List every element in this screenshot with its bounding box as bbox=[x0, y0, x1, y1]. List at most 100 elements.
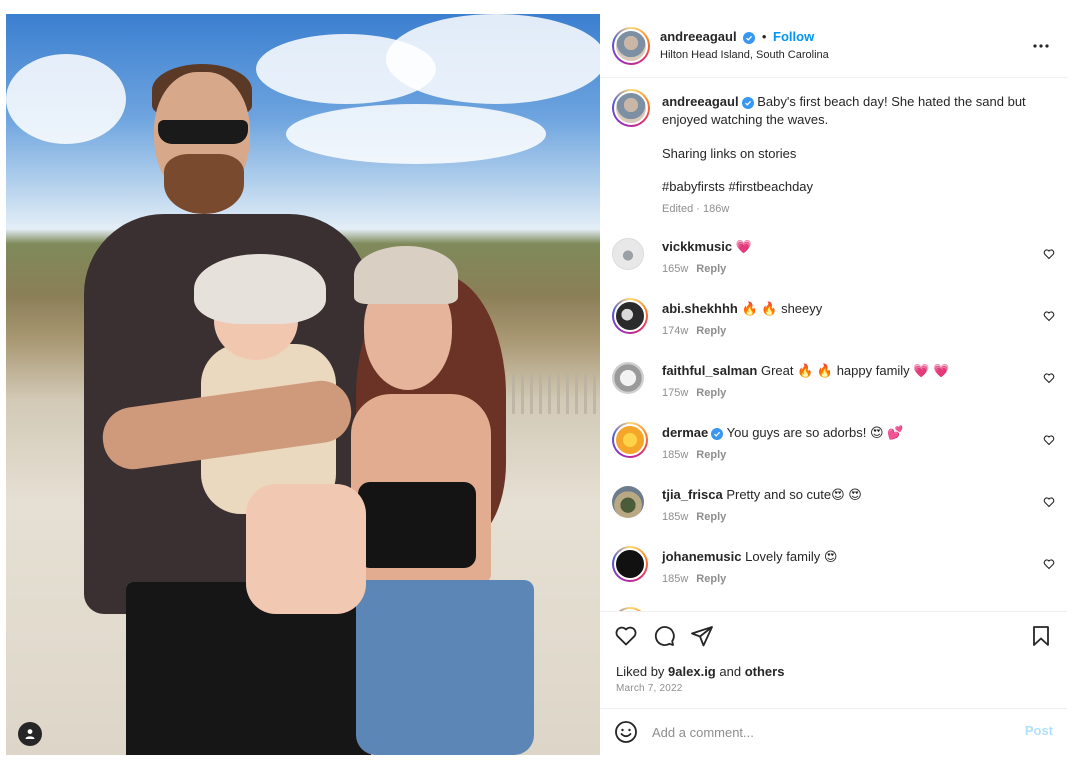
person-icon bbox=[25, 729, 35, 739]
like-comment-heart-icon[interactable] bbox=[1043, 496, 1055, 508]
comment-row: tjia_frisca Pretty and so cute😍 😍 185w Re… bbox=[600, 484, 1067, 534]
comment-row: faithful_salman Great 🔥 🔥 happy family 💗… bbox=[600, 360, 1067, 410]
post-side-panel: andreeagaul • Follow Hilton Head Island,… bbox=[600, 14, 1067, 755]
comment-age: 185w bbox=[662, 449, 689, 461]
more-options-icon[interactable] bbox=[1029, 36, 1053, 56]
reply-button[interactable]: Reply bbox=[696, 449, 726, 461]
cap-shape bbox=[354, 246, 458, 304]
woman-top bbox=[358, 482, 476, 568]
caption-author-username[interactable]: andreeagaul bbox=[662, 94, 739, 109]
caption-hashtags[interactable]: #babyfirsts #firstbeachday bbox=[662, 178, 1027, 196]
action-bar bbox=[600, 611, 1067, 663]
comment-body: Great 🔥 🔥 happy family 💗 💗 bbox=[760, 363, 950, 378]
comment-body: Pretty and so cute😍 😍 bbox=[726, 487, 862, 502]
comment-body: You guys are so adorbs! 😍 💕 bbox=[726, 425, 904, 440]
comment-body: 💗 bbox=[735, 239, 752, 254]
likes-summary[interactable]: Liked by 9alex.ig and others bbox=[616, 664, 784, 679]
follow-button[interactable]: Follow bbox=[773, 29, 814, 44]
comment-composer: Post bbox=[600, 708, 1067, 755]
post-location[interactable]: Hilton Head Island, South Carolina bbox=[660, 49, 829, 61]
reply-button[interactable]: Reply bbox=[696, 263, 726, 275]
commenter-username[interactable]: faithful_salman bbox=[662, 363, 757, 378]
post-header: andreeagaul • Follow Hilton Head Island,… bbox=[600, 14, 1067, 78]
comment-meta: 185w Reply bbox=[662, 573, 726, 585]
commenter-username[interactable]: tjia_frisca bbox=[662, 487, 723, 502]
heart-icon[interactable] bbox=[614, 624, 638, 648]
commenter-avatar[interactable] bbox=[612, 238, 644, 270]
like-comment-heart-icon[interactable] bbox=[1043, 558, 1055, 570]
cloud-shape bbox=[6, 54, 126, 144]
comment-body: 🔥 🔥 sheeyy bbox=[741, 301, 823, 316]
caption-edited-label: Edited · 186w bbox=[662, 203, 730, 215]
comment-icon[interactable] bbox=[652, 624, 676, 648]
comment-text: faithful_salman Great 🔥 🔥 happy family 💗… bbox=[662, 362, 1027, 380]
comment-meta: 174w Reply bbox=[662, 325, 726, 337]
cloud-shape bbox=[386, 14, 600, 104]
baby-legs bbox=[246, 484, 366, 614]
comments-list[interactable]: andreeagaul Baby's first beach day! She … bbox=[600, 79, 1067, 611]
author-username[interactable]: andreeagaul bbox=[660, 29, 737, 44]
like-comment-heart-icon[interactable] bbox=[1043, 372, 1055, 384]
user-tag-button[interactable] bbox=[18, 722, 42, 746]
man-beard bbox=[164, 154, 244, 214]
comment-row: dermae You guys are so adorbs! 😍 💕 185w R… bbox=[600, 422, 1067, 472]
comment-meta: 165w Reply bbox=[662, 263, 726, 275]
smiley-icon[interactable] bbox=[614, 720, 638, 744]
post-photo[interactable] bbox=[6, 14, 600, 755]
comment-age: 175w bbox=[662, 387, 689, 399]
reply-button[interactable]: Reply bbox=[696, 511, 726, 523]
post-comment-button[interactable]: Post bbox=[1025, 723, 1053, 738]
likes-and: and bbox=[719, 664, 742, 679]
comment-body: Lovely family 😍 bbox=[745, 549, 838, 564]
liked-by-user[interactable]: 9alex.ig bbox=[668, 664, 716, 679]
commenter-avatar[interactable] bbox=[612, 422, 648, 458]
comment-row: abi.shekhhh 🔥 🔥 sheeyy 174w Reply bbox=[600, 298, 1067, 348]
post-date: March 7, 2022 bbox=[616, 683, 683, 694]
share-icon[interactable] bbox=[690, 624, 714, 648]
reply-button[interactable]: Reply bbox=[696, 325, 726, 337]
like-comment-heart-icon[interactable] bbox=[1043, 434, 1055, 446]
woman-shorts bbox=[356, 580, 534, 755]
commenter-avatar[interactable] bbox=[612, 298, 648, 334]
verified-badge-icon bbox=[741, 97, 754, 109]
verified-badge-icon bbox=[743, 32, 756, 44]
header-title-row: andreeagaul • Follow bbox=[660, 29, 814, 44]
separator-dot: • bbox=[761, 29, 767, 44]
commenter-username[interactable]: vickkmusic bbox=[662, 239, 732, 254]
like-comment-heart-icon[interactable] bbox=[1043, 310, 1055, 322]
like-comment-heart-icon[interactable] bbox=[1043, 248, 1055, 260]
sunglasses-shape bbox=[158, 120, 248, 144]
caption-block: andreeagaul Baby's first beach day! She … bbox=[600, 89, 1067, 229]
comment-age: 174w bbox=[662, 325, 689, 337]
cloud-shape bbox=[286, 104, 546, 164]
comment-input[interactable] bbox=[652, 720, 1012, 744]
caption-author-avatar[interactable] bbox=[612, 89, 650, 127]
commenter-username[interactable]: dermae bbox=[662, 425, 708, 440]
comment-row: johanemusic Lovely family 😍 185w Reply bbox=[600, 546, 1067, 596]
likes-prefix: Liked by bbox=[616, 664, 665, 679]
comment-text: tjia_frisca Pretty and so cute😍 😍 bbox=[662, 486, 1027, 504]
comment-text: dermae You guys are so adorbs! 😍 💕 bbox=[662, 424, 1027, 442]
comment-age: 185w bbox=[662, 511, 689, 523]
comment-text: vickkmusic 💗 bbox=[662, 238, 1027, 256]
commenter-avatar[interactable] bbox=[612, 546, 648, 582]
commenter-username[interactable]: abi.shekhhh bbox=[662, 301, 738, 316]
comment-age: 185w bbox=[662, 573, 689, 585]
comment-text: abi.shekhhh 🔥 🔥 sheeyy bbox=[662, 300, 1027, 318]
comment-row: vickkmusic 💗 165w Reply bbox=[600, 236, 1067, 286]
commenter-username[interactable]: johanemusic bbox=[662, 549, 741, 564]
comment-text: johanemusic Lovely family 😍 bbox=[662, 548, 1027, 566]
reply-button[interactable]: Reply bbox=[696, 573, 726, 585]
comment-meta: 185w Reply bbox=[662, 449, 726, 461]
likes-others[interactable]: others bbox=[745, 664, 785, 679]
verified-badge-icon bbox=[711, 428, 724, 440]
author-avatar[interactable] bbox=[612, 27, 650, 65]
comment-meta: 175w Reply bbox=[662, 387, 726, 399]
caption-line: Sharing links on stories bbox=[662, 146, 797, 161]
caption-text: andreeagaul Baby's first beach day! She … bbox=[662, 93, 1037, 129]
comment-meta: 185w Reply bbox=[662, 511, 726, 523]
reply-button[interactable]: Reply bbox=[696, 387, 726, 399]
commenter-avatar[interactable] bbox=[612, 486, 644, 518]
commenter-avatar[interactable] bbox=[612, 362, 644, 394]
bookmark-icon[interactable] bbox=[1029, 624, 1053, 648]
